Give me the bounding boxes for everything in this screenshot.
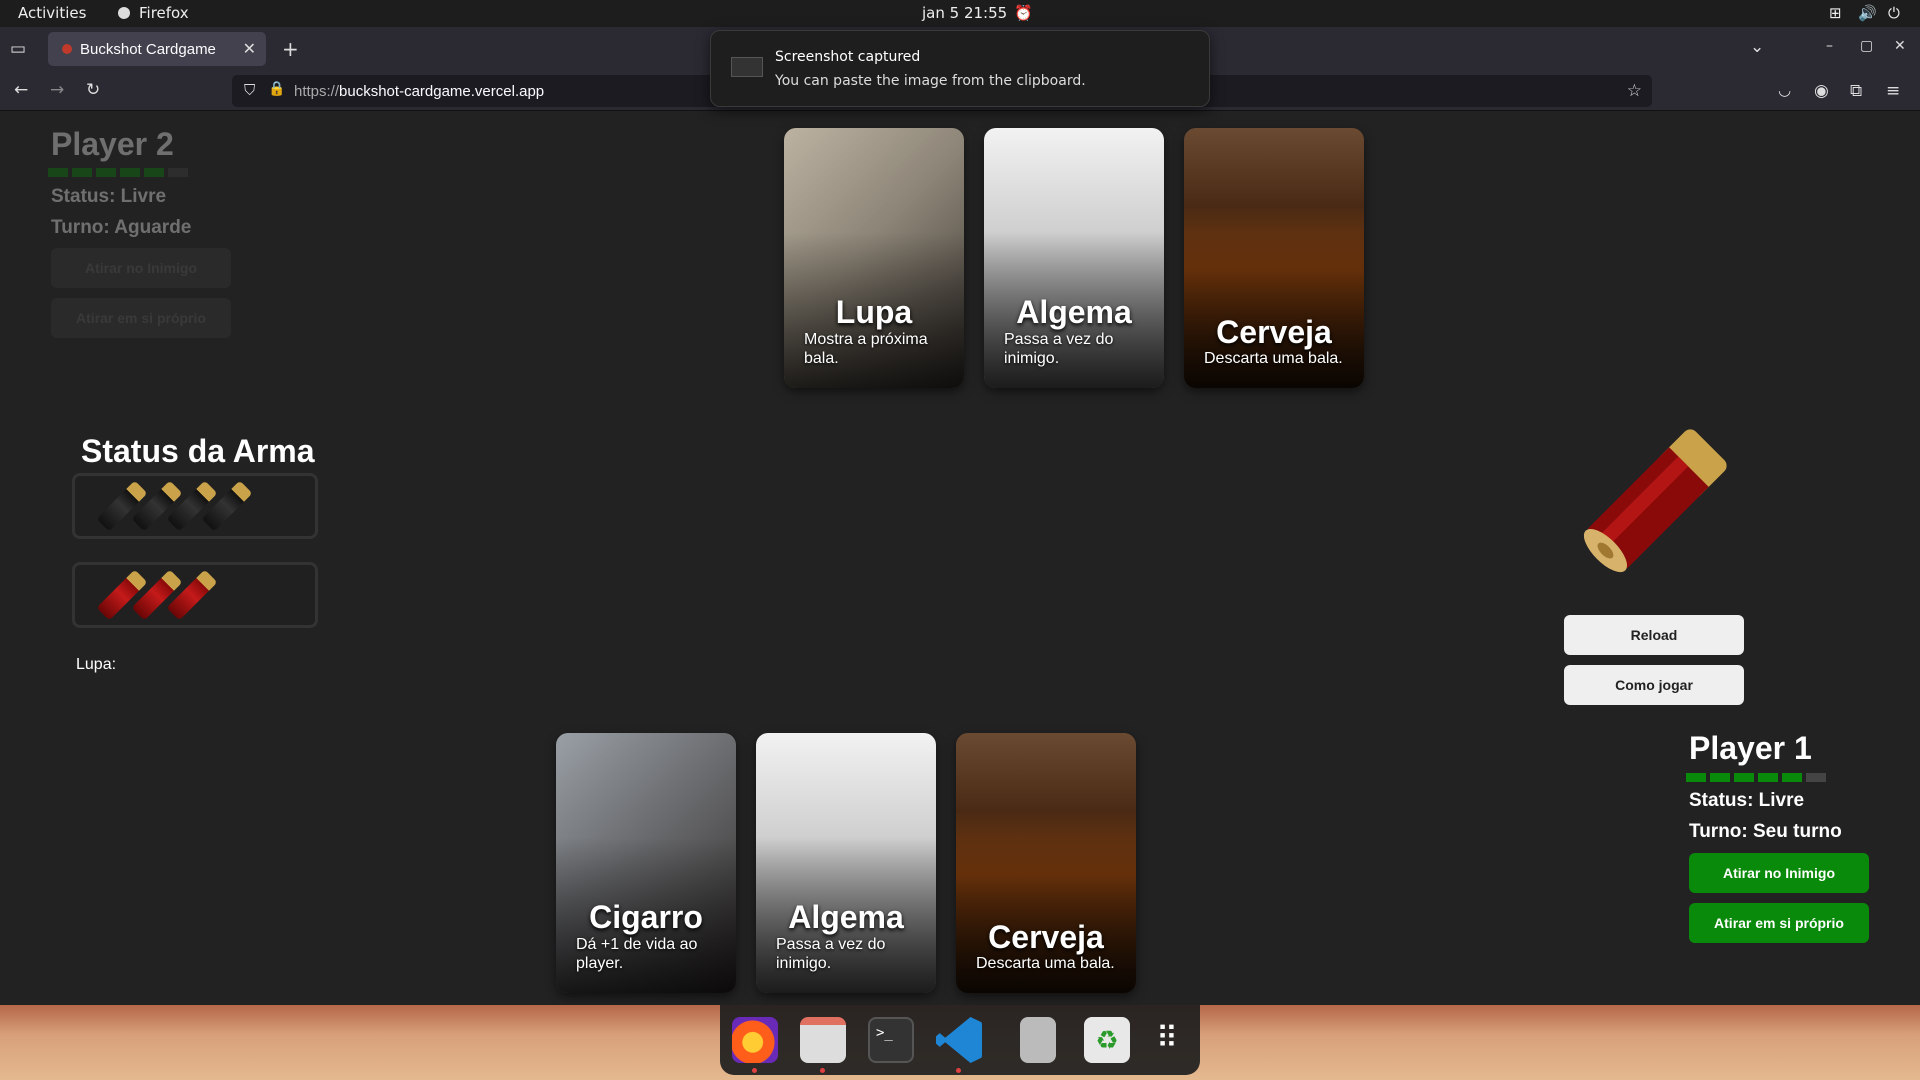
pocket-icon[interactable]: ◡ (1778, 81, 1791, 99)
forward-icon[interactable]: → (50, 80, 64, 100)
trash-dock-icon[interactable]: ♻ (1084, 1017, 1130, 1063)
notification-body: You can paste the image from the clipboa… (775, 73, 1086, 89)
new-tab-icon[interactable]: + (282, 37, 299, 61)
lock-icon[interactable]: 🔒 (268, 81, 285, 97)
game-page: Player 2 Status: Livre Turno: Aguarde At… (0, 111, 1920, 1005)
firefox-dock-icon[interactable] (732, 1017, 778, 1063)
desktop-dock-area: >_ ♻ ⠿ (0, 1005, 1920, 1080)
health-segment (1782, 773, 1802, 782)
maximize-icon[interactable]: ▢ (1860, 38, 1873, 54)
health-segment (1710, 773, 1730, 782)
screenshot-thumbnail-icon (731, 57, 763, 77)
firefox-icon (118, 7, 130, 19)
top-card-beer[interactable]: Cerveja Descarta uma bala. (1184, 128, 1364, 388)
bookmark-star-icon[interactable]: ☆ (1627, 81, 1642, 101)
card-description: Mostra a próxima bala. (804, 331, 928, 367)
player1-status: Status: Livre (1689, 790, 1805, 811)
health-segment (48, 168, 68, 177)
system-top-bar: Activities Firefox jan 5 21:55 ⏰ ⊞ 🔊 ⏻ (0, 0, 1920, 27)
player1-turn: Turno: Seu turno (1689, 821, 1842, 842)
live-shells-box (72, 562, 318, 628)
player1-shoot-enemy-button[interactable]: Atirar no Inimigo (1689, 853, 1869, 893)
terminal-dock-icon[interactable]: >_ (868, 1017, 914, 1063)
account-icon[interactable]: ◉ (1814, 81, 1829, 101)
card-name: Cigarro (589, 899, 703, 935)
gun-status-title: Status da Arma (81, 433, 315, 469)
player1-name: Player 1 (1689, 730, 1812, 766)
vscode-running-dot (956, 1068, 961, 1073)
health-segment (1734, 773, 1754, 782)
how-to-play-button[interactable]: Como jogar (1564, 665, 1744, 705)
health-segment (1758, 773, 1778, 782)
player2-health-bar (48, 168, 188, 177)
app-menu-label[interactable]: Firefox (139, 4, 189, 22)
files-dock-icon[interactable] (800, 1017, 846, 1063)
card-name: Cerveja (1216, 314, 1332, 350)
vscode-dock-icon[interactable] (936, 1017, 982, 1063)
health-segment (144, 168, 164, 177)
network-icon[interactable]: ⊞ (1829, 4, 1842, 22)
back-icon[interactable]: ← (14, 80, 28, 100)
activities-button[interactable]: Activities (18, 4, 86, 22)
files-running-dot (820, 1068, 825, 1073)
player2-status: Status: Livre (51, 186, 167, 207)
volume-icon[interactable]: 🔊 (1858, 4, 1877, 22)
bottom-card-handcuffs[interactable]: Algema Passa a vez do inimigo. (756, 733, 936, 993)
tab-close-icon[interactable]: ✕ (243, 39, 256, 59)
health-segment (120, 168, 140, 177)
bottom-card-beer[interactable]: Cerveja Descarta uma bala. (956, 733, 1136, 993)
notification-title: Screenshot captured (775, 49, 921, 65)
player1-health-bar (1686, 773, 1826, 782)
menu-icon[interactable]: ≡ (1886, 81, 1900, 101)
top-card-magnifier[interactable]: Lupa Mostra a próxima bala. (784, 128, 964, 388)
card-description: Descarta uma bala. (976, 955, 1115, 972)
card-description: Dá +1 de vida ao player. (576, 936, 698, 972)
screenshot-notification[interactable]: Screenshot captured You can paste the im… (710, 30, 1210, 107)
card-name: Algema (1016, 294, 1132, 330)
shield-icon[interactable]: ⛉ (244, 81, 255, 99)
player2-name: Player 2 (51, 126, 174, 162)
current-shell-icon[interactable] (1560, 411, 1740, 611)
tab-title: Buckshot Cardgame (80, 41, 216, 58)
player2-shoot-enemy-button[interactable]: Atirar no Inimigo (51, 248, 231, 288)
dock: >_ ♻ ⠿ (720, 1005, 1200, 1075)
health-segment (1806, 773, 1826, 782)
health-segment (1686, 773, 1706, 782)
card-description: Descarta uma bala. (1204, 350, 1343, 367)
lupa-result-label: Lupa: (76, 656, 117, 673)
player2-turn: Turno: Aguarde (51, 217, 192, 238)
list-tabs-chevron-icon[interactable]: ⌄ (1750, 37, 1764, 57)
url-text[interactable]: https://buckshot-cardgame.vercel.app (294, 83, 544, 100)
bottom-card-cigarette[interactable]: Cigarro Dá +1 de vida ao player. (556, 733, 736, 993)
player1-shoot-self-button[interactable]: Atirar em si próprio (1689, 903, 1869, 943)
power-icon[interactable]: ⏻ (1888, 4, 1900, 22)
health-segment (72, 168, 92, 177)
card-name: Algema (788, 899, 904, 935)
extensions-icon[interactable]: ⧉ (1850, 81, 1862, 101)
reload-icon[interactable]: ↻ (86, 80, 100, 100)
blank-shells-box (72, 473, 318, 539)
card-description: Passa a vez do inimigo. (776, 936, 886, 972)
health-segment (168, 168, 188, 177)
card-name: Lupa (835, 294, 913, 330)
card-description: Passa a vez do inimigo. (1004, 331, 1114, 367)
tab-overview-icon[interactable]: ▭ (10, 39, 26, 59)
health-segment (96, 168, 116, 177)
tab-favicon-icon (62, 44, 72, 54)
firefox-running-dot (752, 1068, 757, 1073)
reload-button[interactable]: Reload (1564, 615, 1744, 655)
alarm-icon: ⏰ (1014, 4, 1033, 22)
card-name: Cerveja (988, 919, 1104, 955)
top-card-handcuffs[interactable]: Algema Passa a vez do inimigo. (984, 128, 1164, 388)
text-editor-dock-icon[interactable] (1020, 1017, 1056, 1063)
clock[interactable]: jan 5 21:55 (922, 4, 1007, 22)
player2-shoot-self-button[interactable]: Atirar em si próprio (51, 298, 231, 338)
minimize-icon[interactable]: – (1826, 38, 1833, 54)
show-apps-grid-icon[interactable]: ⠿ (1144, 1017, 1190, 1063)
close-window-icon[interactable]: ✕ (1894, 38, 1906, 54)
tab-buckshot[interactable]: Buckshot Cardgame ✕ (48, 32, 266, 66)
